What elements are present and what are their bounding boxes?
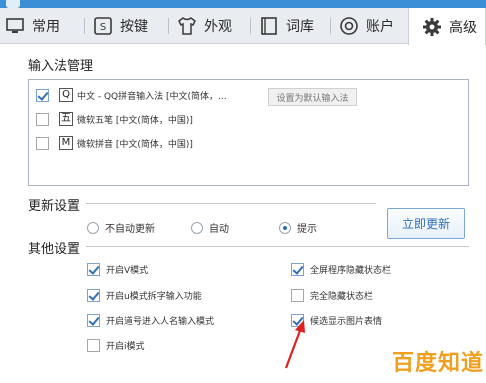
ime-list-item[interactable]: 五 微软五笔 [中文(简体，中国)]	[29, 107, 468, 131]
tab-divider	[250, 18, 251, 34]
radio-label: 自动	[209, 224, 229, 235]
tab-label: 按键	[120, 19, 148, 35]
ime-list-item[interactable]: Q 中文 - QQ拼音输入法 [中文(简体，... 设置为默认输入法	[29, 83, 468, 107]
tab-account[interactable]: 账户	[338, 8, 394, 44]
option-checkbox[interactable]	[291, 289, 304, 302]
tab-label: 常用	[32, 19, 60, 35]
tab-label: 账户	[366, 19, 394, 35]
tab-appearance[interactable]: 外观	[176, 8, 232, 44]
option-checkbox[interactable]	[87, 314, 100, 327]
option-name-mode[interactable]: 开启道号进入人名输入模式	[87, 314, 214, 327]
tab-divider	[84, 18, 85, 34]
qq-pinyin-icon: Q	[59, 88, 73, 102]
option-checkbox[interactable]	[87, 339, 100, 352]
ime-checkbox[interactable]	[36, 136, 49, 150]
option-label: 开启u模式拆字输入功能	[106, 292, 202, 302]
book-icon	[258, 15, 280, 37]
radio-no-auto-update[interactable]: 不自动更新	[87, 220, 155, 235]
ms-pinyin-icon: M	[59, 136, 73, 150]
other-settings-title: 其他设置	[28, 242, 81, 257]
ime-checkbox[interactable]	[36, 88, 49, 102]
radio-button[interactable]	[87, 221, 99, 234]
ime-management-title: 输入法管理	[28, 59, 94, 74]
monitor-icon	[4, 15, 26, 37]
option-fullscreen-hide-statusbar[interactable]: 全屏程序隐藏状态栏	[291, 263, 391, 276]
option-checkbox[interactable]	[87, 289, 100, 302]
option-checkbox[interactable]	[291, 263, 304, 276]
ime-label: 中文 - QQ拼音输入法 [中文(简体，...	[77, 91, 227, 102]
tab-keys[interactable]: S 按键	[92, 8, 148, 44]
option-u-mode[interactable]: 开启u模式拆字输入功能	[87, 289, 202, 302]
option-label: 完全隐藏状态栏	[310, 292, 374, 302]
ime-label: 微软拼音 [中文(简体，中国)]	[77, 139, 193, 150]
watermark: 百度知道	[392, 351, 485, 376]
radio-label: 不自动更新	[105, 224, 155, 235]
keyboard-shortcut-icon: S	[92, 15, 114, 37]
tab-advanced[interactable]: 高级	[408, 8, 486, 45]
option-label: 全屏程序隐藏状态栏	[310, 266, 392, 276]
tab-common[interactable]: 常用	[4, 8, 60, 44]
wubi-icon: 五	[59, 112, 73, 126]
update-now-button[interactable]: 立即更新	[387, 208, 465, 239]
tab-lexicon[interactable]: 词库	[258, 8, 314, 44]
option-label: 开启i模式	[106, 342, 145, 352]
radio-label: 提示	[297, 224, 317, 235]
option-label: 开启道号进入人名输入模式	[106, 317, 215, 327]
tab-label: 高级	[449, 19, 477, 36]
option-checkbox[interactable]	[87, 263, 100, 276]
option-v-mode[interactable]: 开启V模式	[87, 263, 148, 276]
tab-divider	[168, 18, 169, 34]
title-bar	[0, 0, 486, 8]
ime-list[interactable]: Q 中文 - QQ拼音输入法 [中文(简体，... 设置为默认输入法 五 微软五…	[28, 79, 469, 186]
set-default-ime-button[interactable]: 设置为默认输入法	[268, 88, 357, 106]
annotation-arrow-icon	[284, 320, 305, 369]
tab-divider	[330, 18, 331, 34]
option-hide-statusbar[interactable]: 完全隐藏状态栏	[291, 289, 373, 302]
radio-button[interactable]	[191, 221, 203, 234]
section-divider	[86, 246, 469, 247]
option-label: 开启V模式	[106, 266, 149, 276]
tab-bar: 常用 S 按键 外观 词库 账户 高级	[0, 8, 486, 45]
radio-button[interactable]	[279, 221, 291, 234]
shirt-icon	[176, 15, 198, 37]
svg-text:S: S	[100, 22, 106, 33]
option-label: 候选显示图片表情	[310, 317, 383, 327]
tab-label: 外观	[204, 19, 232, 35]
app-logo-icon	[6, 0, 20, 8]
ime-checkbox[interactable]	[36, 112, 49, 126]
option-i-mode[interactable]: 开启i模式	[87, 339, 145, 352]
section-divider	[86, 203, 376, 204]
gear-icon	[421, 16, 443, 38]
tab-label: 词库	[286, 19, 314, 35]
update-settings-title: 更新设置	[28, 199, 81, 214]
ime-list-item[interactable]: M 微软拼音 [中文(简体，中国)]	[29, 131, 468, 155]
ime-label: 微软五笔 [中文(简体，中国)]	[77, 115, 193, 126]
account-icon	[338, 15, 360, 37]
radio-prompt-update[interactable]: 提示	[279, 220, 317, 235]
radio-auto-update[interactable]: 自动	[191, 220, 229, 235]
